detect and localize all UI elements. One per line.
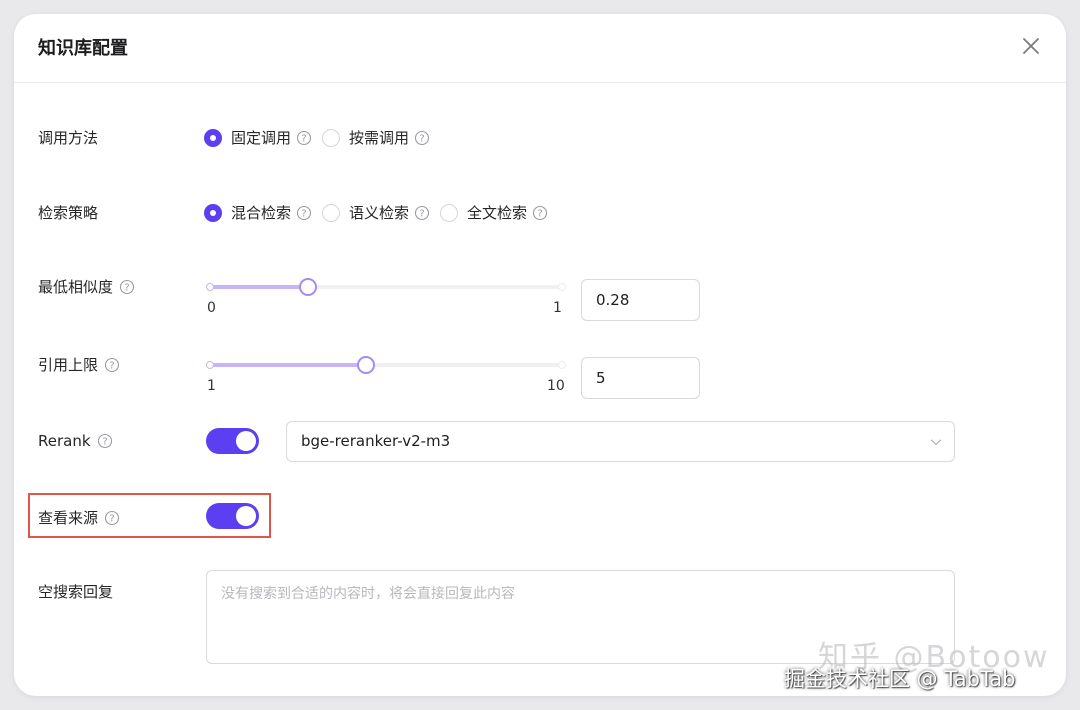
- help-icon[interactable]: ?: [104, 510, 120, 526]
- help-icon[interactable]: ?: [414, 205, 430, 221]
- slider-track: [208, 285, 308, 289]
- search-strategy-label: 检索策略: [38, 202, 98, 223]
- slider-end-dot: [558, 361, 566, 369]
- show-source-toggle[interactable]: [206, 503, 259, 529]
- citation-limit-label-text: 引用上限: [38, 356, 99, 374]
- radio-label[interactable]: 按需调用: [349, 127, 409, 148]
- slider-min-label: 0: [207, 300, 216, 316]
- radio-fulltext-search[interactable]: 全文检索 ?: [440, 202, 548, 223]
- call-method-radio-group: 固定调用 ? 按需调用 ?: [204, 127, 440, 148]
- help-icon[interactable]: ?: [296, 205, 312, 221]
- rerank-toggle[interactable]: [206, 428, 259, 454]
- radio-label[interactable]: 固定调用: [231, 127, 291, 148]
- radio-fixed-call[interactable]: 固定调用 ?: [204, 127, 312, 148]
- close-button[interactable]: [1016, 31, 1046, 61]
- svg-text:?: ?: [124, 282, 129, 293]
- close-icon[interactable]: [1016, 31, 1046, 61]
- slider-max-label: 1: [553, 300, 562, 316]
- radio-hybrid-search[interactable]: 混合检索 ?: [204, 202, 312, 223]
- radio-button-checked[interactable]: [204, 203, 222, 222]
- slider-end-dot: [558, 283, 566, 291]
- radio-label[interactable]: 全文检索: [467, 202, 527, 223]
- radio-label[interactable]: 语义检索: [349, 202, 409, 223]
- slider-start-dot: [206, 283, 214, 291]
- show-source-label-text: 查看来源: [38, 509, 99, 527]
- search-strategy-label-text: 检索策略: [38, 204, 99, 222]
- rerank-label: Rerank ?: [38, 432, 113, 450]
- textarea-placeholder[interactable]: 没有搜索到合适的内容时，将会直接回复此内容: [221, 583, 515, 603]
- dialog-title: 知识库配置: [38, 38, 128, 59]
- show-source-label: 查看来源 ?: [38, 507, 120, 528]
- help-icon[interactable]: ?: [296, 130, 312, 146]
- slider-max-label: 10: [547, 378, 565, 394]
- radio-label[interactable]: 混合检索: [231, 202, 291, 223]
- watermark: 掘金技术社区 @ TabTab: [784, 667, 1016, 691]
- min-similarity-input[interactable]: [581, 279, 700, 321]
- empty-search-reply-label-text: 空搜索回复: [38, 583, 114, 601]
- svg-text:?: ?: [419, 208, 424, 219]
- knowledge-base-config-dialog: 知识库配置 调用方法 固定调用 ? 按需调用 ? 检索策略 混合检索 ? 语义检…: [14, 14, 1066, 696]
- radio-button-checked[interactable]: [204, 128, 222, 147]
- help-icon[interactable]: ?: [104, 357, 120, 373]
- chevron-down-icon[interactable]: [930, 436, 942, 448]
- svg-text:?: ?: [301, 133, 306, 144]
- toggle-knob: [236, 431, 256, 451]
- slider-handle[interactable]: [298, 278, 317, 296]
- radio-button[interactable]: [322, 128, 341, 147]
- svg-text:?: ?: [109, 513, 114, 524]
- radio-button[interactable]: [440, 203, 459, 222]
- search-strategy-radio-group: 混合检索 ? 语义检索 ? 全文检索 ?: [204, 202, 558, 223]
- min-similarity-slider[interactable]: [206, 278, 566, 296]
- svg-text:?: ?: [419, 133, 424, 144]
- slider-track: [208, 363, 367, 367]
- slider-handle[interactable]: [357, 356, 376, 374]
- help-icon[interactable]: ?: [414, 130, 430, 146]
- citation-limit-label: 引用上限 ?: [38, 354, 120, 375]
- svg-text:?: ?: [109, 360, 114, 371]
- citation-limit-slider[interactable]: [206, 356, 566, 374]
- dialog-header: 知识库配置: [14, 14, 1066, 83]
- toggle-knob: [236, 506, 256, 526]
- rerank-label-text: Rerank: [38, 432, 91, 450]
- radio-semantic-search[interactable]: 语义检索 ?: [322, 202, 430, 223]
- rerank-model-value[interactable]: bge-reranker-v2-m3: [301, 432, 450, 450]
- svg-text:?: ?: [537, 208, 542, 219]
- svg-text:?: ?: [102, 437, 107, 448]
- svg-text:?: ?: [301, 208, 306, 219]
- radio-on-demand-call[interactable]: 按需调用 ?: [322, 127, 430, 148]
- call-method-label: 调用方法: [38, 127, 98, 148]
- min-similarity-label-text: 最低相似度: [38, 278, 114, 296]
- call-method-label-text: 调用方法: [38, 129, 99, 147]
- citation-limit-input[interactable]: [581, 357, 700, 399]
- radio-button[interactable]: [322, 203, 341, 222]
- slider-start-dot: [206, 361, 214, 369]
- slider-min-label: 1: [207, 378, 216, 394]
- min-similarity-label: 最低相似度 ?: [38, 276, 135, 297]
- empty-search-reply-label: 空搜索回复: [38, 581, 113, 602]
- help-icon[interactable]: ?: [119, 279, 135, 295]
- rerank-model-select[interactable]: bge-reranker-v2-m3: [286, 421, 955, 462]
- help-icon[interactable]: ?: [97, 433, 113, 449]
- help-icon[interactable]: ?: [532, 205, 548, 221]
